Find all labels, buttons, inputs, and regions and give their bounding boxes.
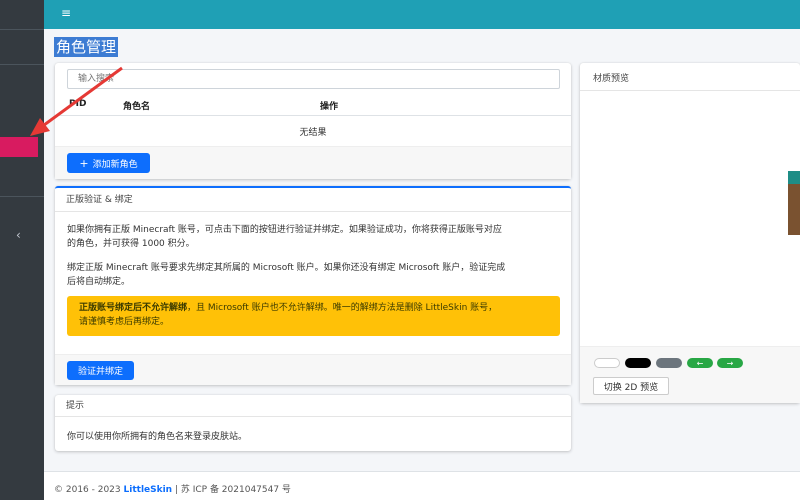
rotate-left-button[interactable]: ← xyxy=(687,358,713,368)
chevron-left-icon[interactable]: ‹ xyxy=(16,228,21,242)
tips-card: 提示 你可以使用你所拥有的角色名来登录皮肤站。 xyxy=(55,395,571,451)
warning-alert-text: 请谨慎考虑后再绑定。 xyxy=(79,317,170,327)
plus-icon: + xyxy=(79,156,89,170)
footer-copyright: © 2016 - 2023 xyxy=(54,485,121,495)
warning-alert: 正版账号绑定后不允许解绑，且 Microsoft 账户也不允许解绑。唯一的解绑方… xyxy=(67,296,560,336)
column-header-name: 角色名 xyxy=(123,102,151,112)
verify-card-title: 正版验证 & 绑定 xyxy=(55,188,571,212)
menu-icon[interactable]: ≡ xyxy=(61,6,71,20)
page-title: 角色管理 xyxy=(54,37,119,57)
verify-description-line: 如果你拥有正版 Minecraft 账号，可点击下面的按钮进行验证并绑定。如果验… xyxy=(67,225,502,235)
verify-requirement-line: 绑定正版 Minecraft 账号要求先绑定其所属的 Microsoft 账户。… xyxy=(67,263,506,273)
sidebar-divider xyxy=(0,29,44,30)
verify-description: 如果你拥有正版 Minecraft 账号，可点击下面的按钮进行验证并绑定。如果验… xyxy=(67,223,567,251)
sidebar: ‹ xyxy=(0,0,44,500)
preview-card-title: 材质预览 xyxy=(593,74,630,84)
verify-description-line: 的角色，并可获得 1000 积分。 xyxy=(67,239,195,249)
toggle-2d-preview-button[interactable]: 切换 2D 预览 xyxy=(593,377,669,395)
column-header-actions: 操作 xyxy=(320,102,339,112)
footer-brand-link[interactable]: LittleSkin xyxy=(124,485,173,495)
sidebar-divider xyxy=(0,196,44,197)
card-footer: 验证并绑定 xyxy=(55,354,571,385)
skin-3d-model[interactable] xyxy=(788,171,800,235)
empty-state-text: 无结果 xyxy=(299,128,327,138)
footer-icp[interactable]: | 苏 ICP 备 2021047547 号 xyxy=(175,485,291,495)
background-gray-swatch[interactable] xyxy=(656,358,682,368)
warning-alert-text: ，且 Microsoft 账户也不允许解绑。唯一的解绑方法是删除 LittleS… xyxy=(187,303,498,313)
page-footer: © 2016 - 2023 LittleSkin | 苏 ICP 备 20210… xyxy=(44,471,800,500)
add-player-label: 添加新角色 xyxy=(92,159,138,170)
warning-alert-bold: 正版账号绑定后不允许解绑 xyxy=(79,303,188,313)
rotate-right-button[interactable]: → xyxy=(717,358,743,368)
table-divider xyxy=(55,115,571,116)
top-navbar: ≡ xyxy=(44,0,800,29)
tips-text: 你可以使用你所拥有的角色名来登录皮肤站。 xyxy=(67,432,248,442)
verify-card: 正版验证 & 绑定 如果你拥有正版 Minecraft 账号，可点击下面的按钮进… xyxy=(55,186,571,385)
sidebar-item-active[interactable] xyxy=(0,137,38,157)
verify-bind-button[interactable]: 验证并绑定 xyxy=(67,361,134,380)
add-player-button[interactable]: + 添加新角色 xyxy=(67,153,150,173)
arrow-left-icon: ← xyxy=(696,358,704,368)
search-input[interactable] xyxy=(67,69,560,89)
background-black-swatch[interactable] xyxy=(625,358,651,368)
preview-header-divider xyxy=(580,90,800,91)
arrow-right-icon: → xyxy=(726,358,734,368)
players-card: PID 角色名 操作 无结果 + 添加新角色 xyxy=(55,63,571,179)
texture-preview-card: 材质预览 xyxy=(580,63,800,403)
tips-card-title: 提示 xyxy=(55,395,571,417)
verify-requirement-line: 后将自动绑定。 xyxy=(67,277,131,287)
background-white-swatch[interactable] xyxy=(594,358,620,368)
verify-requirement: 绑定正版 Minecraft 账号要求先绑定其所属的 Microsoft 账户。… xyxy=(67,261,567,289)
card-footer: + 添加新角色 xyxy=(55,146,571,179)
column-header-pid: PID xyxy=(69,99,87,109)
sidebar-divider xyxy=(0,64,44,65)
